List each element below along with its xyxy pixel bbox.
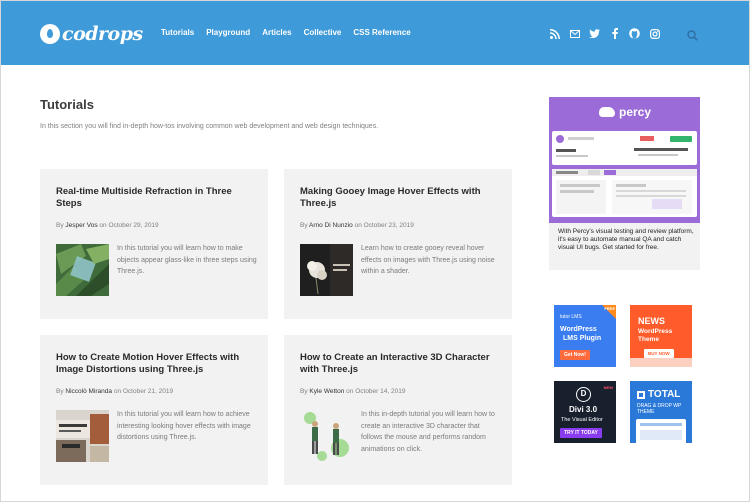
card-title[interactable]: How to Create an Interactive 3D Characte… [300, 352, 490, 376]
ad-line1: NEWS [638, 316, 665, 326]
site-header: codrops Tutorials Playground Articles Co… [1, 1, 749, 65]
card-excerpt: In this in-depth tutorial you will learn… [361, 411, 495, 453]
ad-preview-window [636, 419, 686, 443]
percy-hedgehog-icon [599, 107, 615, 117]
card-date: October 21, 2019 [122, 388, 174, 395]
logo-text: codrops [62, 23, 143, 45]
tutorial-card[interactable]: Making Gooey Image Hover Effects with Th… [284, 169, 512, 319]
facebook-icon[interactable] [609, 28, 620, 39]
card-on: on [99, 222, 107, 229]
percy-logo: percy [599, 105, 651, 119]
ad-tutor-lms[interactable]: tutor LMS FREE WordPress LMS Plugin Get … [554, 305, 616, 367]
card-thumbnail[interactable] [300, 244, 353, 296]
social-links [549, 28, 660, 39]
rss-icon[interactable] [549, 28, 560, 39]
page-frame: codrops Tutorials Playground Articles Co… [0, 0, 750, 502]
ad-total-theme[interactable]: TOTAL DRAG & DROP WP THEME [630, 381, 692, 443]
card-author[interactable]: Kyle Wetton [309, 388, 344, 395]
card-meta: By Jesper Vos on October 29, 2019 [56, 222, 159, 229]
card-meta: By Niccolò Miranda on October 21, 2019 [56, 388, 173, 395]
ad-line1: TOTAL [648, 389, 681, 400]
tutorial-card[interactable]: How to Create an Interactive 3D Characte… [284, 335, 512, 485]
card-thumbnail[interactable] [56, 410, 109, 462]
nav-tutorials[interactable]: Tutorials [161, 28, 194, 37]
card-author[interactable]: Arno Di Nunzio [309, 222, 353, 229]
percy-ad[interactable]: percy With Percy's visual testing and re… [549, 97, 700, 270]
ad-badge: NEW [603, 385, 613, 390]
card-title[interactable]: Real-time Multiside Refraction in Three … [56, 186, 246, 210]
ad-cta-button[interactable]: BUY NOW [644, 349, 674, 358]
card-date: October 23, 2019 [363, 222, 414, 229]
card-date: October 29, 2019 [108, 222, 159, 229]
nav-articles[interactable]: Articles [262, 28, 291, 37]
card-excerpt: In this tutorial you will learn how to a… [117, 411, 251, 441]
percy-caption[interactable]: With Percy's visual testing and review p… [558, 228, 696, 252]
ad-brand: tutor LMS [560, 314, 582, 320]
ad-brand: D [576, 387, 591, 402]
ad-preview-strip [630, 358, 692, 367]
card-by: By [300, 388, 308, 395]
card-author[interactable]: Jesper Vos [65, 222, 97, 229]
card-title[interactable]: Making Gooey Image Hover Effects with Th… [300, 186, 490, 210]
card-on: on [346, 388, 354, 395]
ad-divi[interactable]: D NEW Divi 3.0 The Visual Editor TRY IT … [554, 381, 616, 443]
card-by: By [56, 388, 64, 395]
percy-brand: percy [619, 105, 652, 119]
card-thumbnail[interactable] [56, 244, 109, 296]
card-author[interactable]: Niccolò Miranda [65, 388, 112, 395]
nav-css-reference[interactable]: CSS Reference [353, 28, 410, 37]
card-title[interactable]: How to Create Motion Hover Effects with … [56, 352, 246, 376]
card-excerpt: Learn how to create gooey reveal hover e… [361, 245, 495, 275]
github-icon[interactable] [629, 28, 640, 39]
card-by: By [300, 222, 308, 229]
ad-total-logo-icon [637, 391, 645, 399]
card-excerpt: In this tutorial you will learn how to m… [117, 245, 257, 275]
ad-line2: DRAG & DROP WP THEME [637, 403, 682, 415]
logo-drop-icon [40, 24, 60, 44]
ad-line2: WordPress Theme [638, 328, 673, 343]
mail-icon[interactable] [569, 28, 580, 39]
card-thumbnail[interactable] [300, 410, 353, 462]
nav-playground[interactable]: Playground [206, 28, 250, 37]
ad-news-theme[interactable]: NEWS WordPress Theme BUY NOW [630, 305, 692, 367]
instagram-icon[interactable] [649, 28, 660, 39]
search-icon[interactable] [687, 28, 698, 41]
percy-banner[interactable]: percy [549, 97, 700, 223]
ad-cta-button[interactable]: Get Now! [560, 350, 590, 360]
page-title: Tutorials [40, 97, 94, 112]
ad-line1: WordPress [560, 326, 597, 333]
card-by: By [56, 222, 64, 229]
card-on: on [354, 222, 362, 229]
ad-cta-button[interactable]: TRY IT TODAY [560, 428, 602, 438]
ad-badge: FREE [604, 306, 615, 311]
card-date: October 14, 2019 [355, 388, 406, 395]
main-nav: Tutorials Playground Articles Collective… [161, 28, 411, 37]
page-description: In this section you will find in-depth h… [40, 123, 379, 130]
percy-screenshot-top [552, 131, 697, 165]
card-meta: By Kyle Wetton on October 14, 2019 [300, 388, 405, 395]
card-meta: By Arno Di Nunzio on October 23, 2019 [300, 222, 414, 229]
tutorial-card[interactable]: How to Create Motion Hover Effects with … [40, 335, 268, 485]
ad-line1: Divi 3.0 [569, 405, 598, 414]
tutorial-card[interactable]: Real-time Multiside Refraction in Three … [40, 169, 268, 319]
twitter-icon[interactable] [589, 28, 600, 39]
card-on: on [113, 388, 122, 395]
nav-collective[interactable]: Collective [304, 28, 342, 37]
ad-line2: LMS Plugin [563, 335, 602, 342]
percy-screenshot-bottom [552, 169, 697, 217]
site-logo[interactable]: codrops [40, 20, 143, 48]
ad-line2: The Visual Editor [561, 417, 603, 423]
